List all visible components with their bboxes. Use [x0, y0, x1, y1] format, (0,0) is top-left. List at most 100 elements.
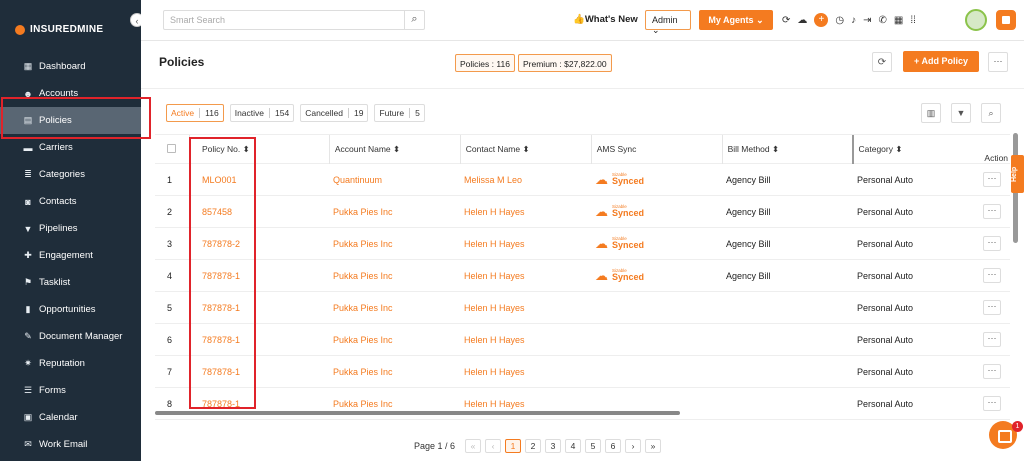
table-row[interactable]: 3 787878-2 Pukka Pies Inc Helen H Hayes ☁ Siz… — [155, 228, 1010, 260]
col-bill-method[interactable]: Bill Method ⬍ — [726, 144, 857, 155]
whats-new-link[interactable]: 👍What's New — [573, 14, 638, 25]
filter-tab-future[interactable]: Future 5 — [374, 104, 425, 122]
col-category[interactable]: Category ⬍ — [857, 144, 987, 155]
row-action-button[interactable]: ··· — [983, 396, 1001, 411]
account-link[interactable]: Pukka Pies Inc — [333, 303, 464, 313]
account-link[interactable]: Pukka Pies Inc — [333, 367, 464, 377]
filter-tab-inactive[interactable]: Inactive 154 — [229, 104, 295, 122]
sidebar-item-calendar[interactable]: ▣ Calendar — [0, 404, 141, 431]
sidebar-item-tasklist[interactable]: ⚑ Tasklist — [0, 269, 141, 296]
row-action-button[interactable]: ··· — [983, 236, 1001, 251]
app-switch-icon[interactable] — [996, 10, 1016, 30]
sidebar-item-work-email[interactable]: ✉ Work Email — [0, 431, 141, 458]
sidebar-item-carriers[interactable]: ▬ Carriers — [0, 134, 141, 161]
account-link[interactable]: Quantinuum — [333, 175, 464, 185]
table-row[interactable]: 2 857458 Pukka Pies Inc Helen H Hayes ☁ Sizab… — [155, 196, 1010, 228]
account-link[interactable]: Pukka Pies Inc — [333, 271, 464, 281]
brand-logo[interactable]: INSUREDMINE — [15, 24, 103, 35]
table-row[interactable]: 4 787878-1 Pukka Pies Inc Helen H Hayes ☁ Siz… — [155, 260, 1010, 292]
row-action-button[interactable]: ··· — [983, 268, 1001, 283]
table-row[interactable]: 1 MLO001 Quantinuum Melissa M Leo ☁ Sizable Sy… — [155, 164, 1010, 196]
more-options-button[interactable]: ··· — [988, 52, 1008, 72]
search-input[interactable]: Smart Search ⌕ — [163, 10, 425, 30]
row-action-button[interactable]: ··· — [983, 364, 1001, 379]
filter-tab-active[interactable]: Active 116 — [166, 104, 224, 122]
account-link[interactable]: Pukka Pies Inc — [333, 335, 464, 345]
contact-link[interactable]: Helen H Hayes — [464, 207, 595, 217]
row-action-button[interactable]: ··· — [983, 332, 1001, 347]
policy-link[interactable]: 787878-1 — [155, 335, 333, 345]
contact-link[interactable]: Helen H Hayes — [464, 335, 595, 345]
horizontal-scrollbar[interactable] — [155, 411, 680, 415]
contact-link[interactable]: Helen H Hayes — [464, 303, 595, 313]
contact-link[interactable]: Helen H Hayes — [464, 367, 595, 377]
page-button[interactable]: 3 — [545, 439, 562, 453]
clock-icon[interactable]: ◷ — [835, 15, 844, 26]
my-agents-button[interactable]: My Agents ⌄ — [699, 10, 773, 30]
policy-link[interactable]: 787878-1 — [155, 271, 333, 281]
contact-link[interactable]: Helen H Hayes — [464, 239, 595, 249]
sidebar-item-document-manager[interactable]: ✎ Document Manager — [0, 323, 141, 350]
row-action-button[interactable]: ··· — [983, 300, 1001, 315]
account-link[interactable]: Pukka Pies Inc — [333, 207, 464, 217]
columns-icon[interactable]: ▥ — [921, 103, 941, 123]
add-icon[interactable]: + — [814, 13, 829, 27]
page-button[interactable]: 5 — [585, 439, 602, 453]
page-button[interactable]: 6 — [605, 439, 622, 453]
table-row[interactable]: 6 787878-1 Pukka Pies Inc Helen H Hayes Pers… — [155, 324, 1010, 356]
select-all-checkbox[interactable] — [155, 143, 202, 155]
col-account-name[interactable]: Account Name ⬍ — [333, 144, 464, 155]
last-page-button[interactable]: » — [645, 439, 662, 453]
col-policy-no[interactable]: Policy No. ⬍ — [202, 144, 333, 155]
row-action-button[interactable]: ··· — [983, 204, 1001, 219]
help-tab[interactable]: Help — [1011, 155, 1024, 193]
filter-icon[interactable]: ▼ — [951, 103, 971, 123]
sidebar-item-reputation[interactable]: ✷ Reputation — [0, 350, 141, 377]
contact-link[interactable]: Helen H Hayes — [464, 271, 595, 281]
bell-icon[interactable]: ♪ — [851, 15, 856, 26]
search-icon[interactable]: ⌕ — [404, 10, 424, 30]
prev-page-button[interactable]: ‹ — [485, 439, 502, 453]
sidebar-item-accounts[interactable]: ☻ Accounts — [0, 80, 141, 107]
add-policy-button[interactable]: + Add Policy — [903, 51, 979, 72]
phone-icon[interactable]: ✆ — [879, 15, 887, 26]
page-button[interactable]: 1 — [505, 439, 522, 453]
contact-link[interactable]: Helen H Hayes — [464, 399, 595, 409]
grid-icon[interactable]: ⁞⁞ — [910, 15, 916, 26]
sidebar-item-engagement[interactable]: ✚ Engagement — [0, 242, 141, 269]
row-action-button[interactable]: ··· — [983, 172, 1001, 187]
sidebar-item-dashboard[interactable]: ▦ Dashboard — [0, 53, 141, 80]
policy-link[interactable]: 857458 — [155, 207, 333, 217]
policy-link[interactable]: 787878-1 — [155, 303, 333, 313]
account-link[interactable]: Pukka Pies Inc — [333, 399, 464, 409]
policy-link[interactable]: 787878-1 — [155, 367, 333, 377]
sidebar-item-policies[interactable]: ▤ Policies — [0, 107, 141, 134]
sidebar-item-opportunities[interactable]: ▮ Opportunities — [0, 296, 141, 323]
account-link[interactable]: Pukka Pies Inc — [333, 239, 464, 249]
filter-tab-cancelled[interactable]: Cancelled 19 — [300, 104, 369, 122]
policy-link[interactable]: 787878-2 — [155, 239, 333, 249]
refresh-icon[interactable]: ⟳ — [872, 52, 892, 72]
page-button[interactable]: 4 — [565, 439, 582, 453]
sidebar-item-forms[interactable]: ☰ Forms — [0, 377, 141, 404]
table-search-icon[interactable]: ⌕ — [981, 103, 1001, 123]
chip-icon[interactable]: ▦ — [894, 15, 903, 26]
admin-dropdown[interactable]: Admin ⌄ — [645, 10, 691, 35]
next-page-button[interactable]: › — [625, 439, 642, 453]
logout-icon[interactable]: ⇥ — [863, 15, 871, 26]
table-row[interactable]: 7 787878-1 Pukka Pies Inc Helen H Hayes Pers… — [155, 356, 1010, 388]
table-row[interactable]: 8 787878-1 Pukka Pies Inc Helen H Hayes Pers… — [155, 388, 1010, 420]
sidebar-item-pipelines[interactable]: ▼ Pipelines — [0, 215, 141, 242]
table-row[interactable]: 5 787878-1 Pukka Pies Inc Helen H Hayes Pers… — [155, 292, 1010, 324]
cloud-icon[interactable]: ☁ — [797, 15, 807, 26]
sync-icon[interactable]: ⟳ — [782, 15, 790, 26]
policy-link[interactable]: 787878-1 — [155, 399, 333, 409]
contact-link[interactable]: Melissa M Leo — [464, 175, 595, 185]
sidebar-item-contacts[interactable]: ◙ Contacts — [0, 188, 141, 215]
user-avatar[interactable] — [965, 9, 987, 31]
sidebar-item-categories[interactable]: ≣ Categories — [0, 161, 141, 188]
first-page-button[interactable]: « — [465, 439, 482, 453]
col-contact-name[interactable]: Contact Name ⬍ — [464, 144, 595, 155]
page-button[interactable]: 2 — [525, 439, 542, 453]
policy-link[interactable]: MLO001 — [155, 175, 333, 185]
